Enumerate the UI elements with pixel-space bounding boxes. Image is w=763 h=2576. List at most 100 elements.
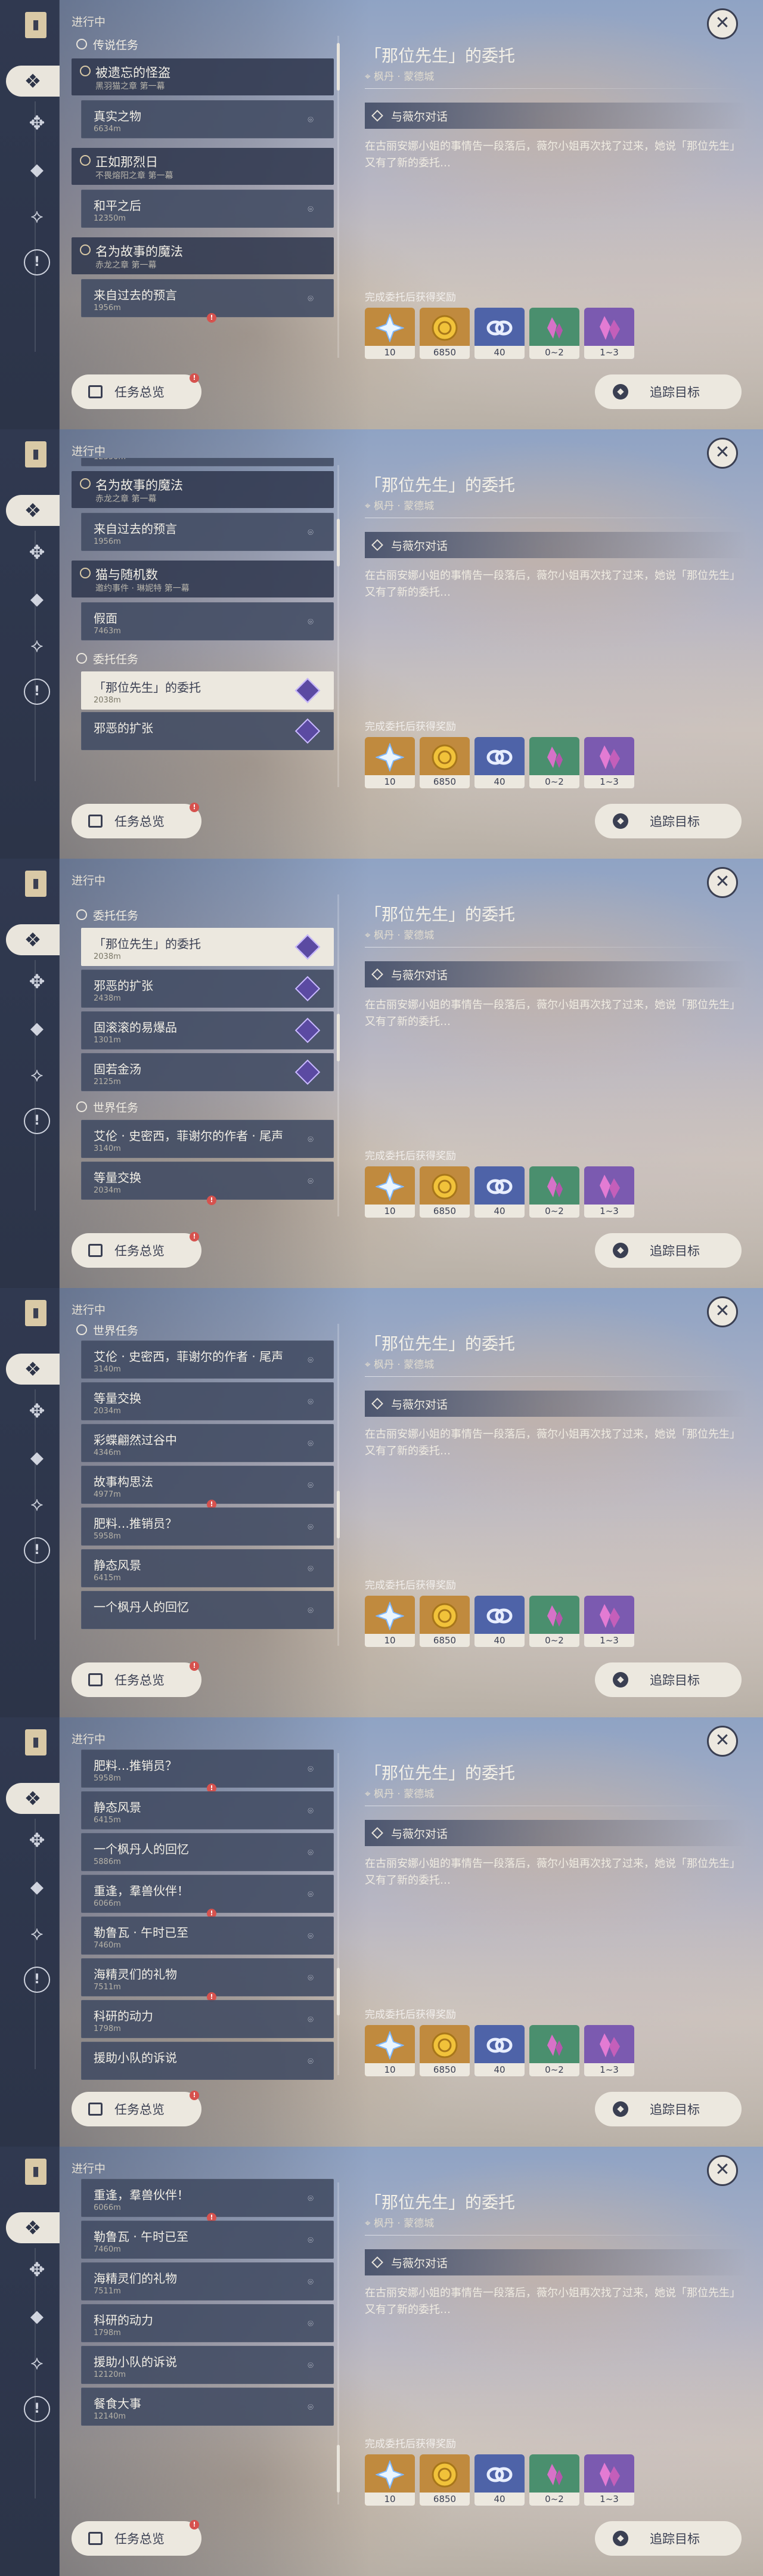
reward-item[interactable]: 0~2 (529, 1596, 579, 1647)
all-quests-icon[interactable]: ❖ (6, 1354, 60, 1385)
quest-list-scroll-thumb[interactable] (337, 1968, 340, 2015)
close-icon[interactable]: ✕ (707, 438, 738, 469)
quest-list-item[interactable]: 艾伦 · 史密西，菲谢尔的作者 · 尾声 3140m ⌾ (81, 1120, 334, 1158)
reward-item[interactable]: 10 (365, 308, 415, 359)
all-quests-icon[interactable]: ❖ (6, 66, 60, 97)
quest-list-item[interactable]: 来自过去的预言 1956m ⌾! (81, 279, 334, 323)
reward-item[interactable]: 6850 (420, 2025, 470, 2076)
quest-list-item[interactable]: 援助小队的诉说 12120m ⌾ (81, 2346, 334, 2384)
track-objective-button[interactable]: 追踪目标 (595, 1233, 742, 1268)
close-icon[interactable]: ✕ (707, 8, 738, 39)
quest-list-item[interactable]: 12350m⌾ (81, 458, 334, 466)
quest-list-item[interactable]: 邪恶的扩张 (81, 712, 334, 750)
quest-list-item[interactable]: 「那位先生」的委托 2038m (81, 928, 334, 966)
quest-book-icon[interactable]: ▮ (25, 1729, 46, 1755)
reward-item[interactable]: 6850 (420, 1596, 470, 1647)
reward-item[interactable]: 0~2 (529, 2025, 579, 2076)
reward-item[interactable]: 40 (474, 2454, 525, 2506)
quest-list[interactable]: 世界任务 艾伦 · 史密西，菲谢尔的作者 · 尾声 3140m ⌾ 等量交换 2034m ⌾… (72, 1317, 334, 1657)
quest-list-item[interactable]: 静态风景 6415m ⌾ (81, 1549, 334, 1587)
reward-item[interactable]: 40 (474, 1166, 525, 1218)
quest-list-item[interactable]: 海精灵们的礼物 7511m ⌾ (81, 2262, 334, 2301)
reward-item[interactable]: 40 (474, 1596, 525, 1647)
all-quests-icon[interactable]: ❖ (6, 2212, 60, 2243)
story-quest-icon[interactable]: ⬥ (21, 1871, 52, 1902)
quest-list-item[interactable]: 重逢，羣兽伙伴！ 6066m ⌾! (81, 1875, 334, 1918)
quest-chapter-header[interactable]: 名为故事的魔法 赤龙之章 第一幕 (72, 237, 334, 274)
quest-chapter-header[interactable]: 正如那烈日 不畏熔阳之章 第一幕 (72, 148, 334, 185)
quest-book-icon[interactable]: ▮ (25, 2159, 46, 2185)
story-quest-icon[interactable]: ⬥ (21, 1013, 52, 1044)
reward-item[interactable]: 40 (474, 737, 525, 788)
reward-item[interactable]: 1~3 (584, 1596, 634, 1647)
quest-overview-button[interactable]: 任务总览 ! (72, 803, 201, 838)
reward-item[interactable]: 10 (365, 2025, 415, 2076)
quest-chapter-header[interactable]: 名为故事的魔法 赤龙之章 第一幕 (72, 471, 334, 508)
archon-quest-icon[interactable]: ✥ (21, 107, 52, 138)
quest-chapter-header[interactable]: 猫与随机数 邀约事件 · 琳妮特 第一幕 (72, 561, 334, 597)
quest-list-item[interactable]: 艾伦 · 史密西，菲谢尔的作者 · 尾声 3140m ⌾ (81, 1340, 334, 1379)
quest-list-item[interactable]: 等量交换 2034m ⌾ (81, 1382, 334, 1420)
quest-list-item[interactable]: 真实之物 6634m ⌾ (81, 100, 334, 138)
reward-item[interactable]: 10 (365, 1596, 415, 1647)
world-quest-icon[interactable]: ! (24, 679, 50, 705)
reward-item[interactable]: 6850 (420, 308, 470, 359)
quest-list-item[interactable]: 一个枫丹人的回忆 ⌾ (81, 1591, 334, 1629)
commission-quest-icon[interactable]: ⟡ (21, 200, 52, 231)
quest-overview-button[interactable]: 任务总览 ! (72, 2091, 201, 2126)
quest-list-item[interactable]: 故事构思法 4977m ⌾! (81, 1466, 334, 1509)
story-quest-icon[interactable]: ⬥ (21, 154, 52, 185)
quest-list-item[interactable]: 静态风景 6415m ⌾ (81, 1791, 334, 1829)
quest-chapter-header[interactable]: 被遗忘的怪盗 黑羽猫之章 第一幕 (72, 58, 334, 95)
quest-list-item[interactable]: 邪恶的扩张 2438m (81, 970, 334, 1008)
commission-quest-icon[interactable]: ⟡ (21, 1059, 52, 1090)
quest-list-item[interactable]: 勒鲁瓦 · 午时已至 7460m ⌾ (81, 2221, 334, 2259)
quest-list-scrollbar[interactable] (337, 1753, 339, 2075)
archon-quest-icon[interactable]: ✥ (21, 966, 52, 997)
quest-list-scrollbar[interactable] (337, 1324, 339, 1646)
quest-list-item[interactable]: 固滚滚的易爆品 1301m (81, 1011, 334, 1049)
quest-list-item[interactable]: 一个枫丹人的回忆 5886m ⌾ (81, 1833, 334, 1871)
quest-list-item[interactable]: 假面 7463m ⌾ (81, 602, 334, 640)
quest-overview-button[interactable]: 任务总览 ! (72, 373, 201, 409)
reward-item[interactable]: 1~3 (584, 2025, 634, 2076)
quest-list[interactable]: 重逢，羣兽伙伴！ 6066m ⌾! 勒鲁瓦 · 午时已至 7460m ⌾ 海精灵们的礼物 75… (72, 2175, 334, 2515)
quest-list-item[interactable]: 援助小队的诉说 ⌾ (81, 2042, 334, 2080)
quest-book-icon[interactable]: ▮ (25, 1300, 46, 1326)
quest-list[interactable]: 传说任务 被遗忘的怪盗 黑羽猫之章 第一幕 真实之物 6634m ⌾ 正如那烈日 不畏熔阳之章… (72, 29, 334, 369)
quest-book-icon[interactable]: ▮ (25, 871, 46, 897)
close-icon[interactable]: ✕ (707, 2155, 738, 2186)
quest-list-item[interactable]: 肥料…推销员？ 5958m ⌾ (81, 1507, 334, 1546)
reward-item[interactable]: 10 (365, 2454, 415, 2506)
quest-list-item[interactable]: 科研的动力 1798m ⌾ (81, 2000, 334, 2038)
quest-list-item[interactable]: 和平之后 12350m ⌾ (81, 190, 334, 228)
quest-list-item[interactable]: 肥料…推销员？ 5958m ⌾! (81, 1750, 334, 1793)
world-quest-icon[interactable]: ! (24, 1537, 50, 1563)
reward-item[interactable]: 40 (474, 2025, 525, 2076)
commission-quest-icon[interactable]: ⟡ (21, 1488, 52, 1519)
quest-list-scroll-thumb[interactable] (337, 43, 340, 91)
quest-list-item[interactable]: 彩蝶翩然过谷中 4346m ⌾ (81, 1424, 334, 1462)
archon-quest-icon[interactable]: ✥ (21, 537, 52, 568)
reward-item[interactable]: 10 (365, 1166, 415, 1218)
track-objective-button[interactable]: 追踪目标 (595, 2092, 742, 2126)
quest-list-item[interactable]: 固若金汤 2125m (81, 1053, 334, 1091)
archon-quest-icon[interactable]: ✥ (21, 2254, 52, 2285)
reward-item[interactable]: 0~2 (529, 737, 579, 788)
reward-item[interactable]: 0~2 (529, 2454, 579, 2506)
story-quest-icon[interactable]: ⬥ (21, 583, 52, 614)
reward-item[interactable]: 10 (365, 737, 415, 788)
story-quest-icon[interactable]: ⬥ (21, 1442, 52, 1473)
story-quest-icon[interactable]: ⬥ (21, 2301, 52, 2332)
world-quest-icon[interactable]: ! (24, 1108, 50, 1134)
reward-item[interactable]: 1~3 (584, 308, 634, 359)
quest-list-scroll-thumb[interactable] (337, 1014, 340, 1061)
commission-quest-icon[interactable]: ⟡ (21, 630, 52, 661)
quest-overview-button[interactable]: 任务总览 ! (72, 1661, 201, 1697)
archon-quest-icon[interactable]: ✥ (21, 1825, 52, 1856)
reward-item[interactable]: 1~3 (584, 737, 634, 788)
track-objective-button[interactable]: 追踪目标 (595, 374, 742, 409)
all-quests-icon[interactable]: ❖ (6, 1783, 60, 1814)
quest-list[interactable]: 肥料…推销员？ 5958m ⌾! 静态风景 6415m ⌾ 一个枫丹人的回忆 5886m ⌾ 重逢… (72, 1746, 334, 2086)
all-quests-icon[interactable]: ❖ (6, 924, 60, 955)
